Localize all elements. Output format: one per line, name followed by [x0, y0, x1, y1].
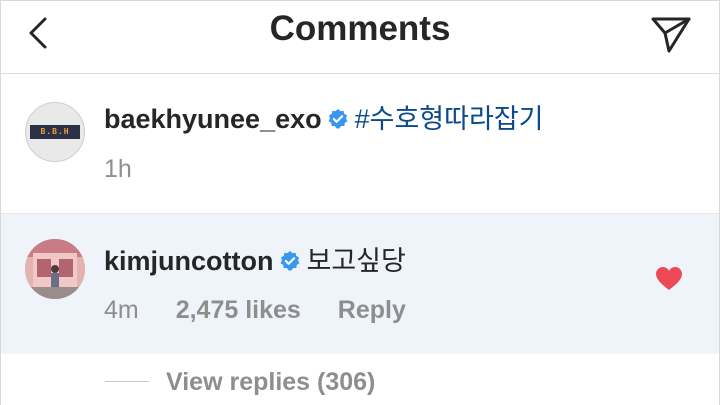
- avatar[interactable]: B.B.H: [25, 102, 85, 162]
- likes-count[interactable]: 2,475 likes: [176, 296, 301, 324]
- view-replies-row: View replies (306): [1, 355, 719, 405]
- caption-username[interactable]: baekhyunee_exo: [104, 104, 322, 134]
- verified-badge-icon: [280, 250, 299, 271]
- caption-line: baekhyunee_exo #수호형따라잡기: [104, 102, 544, 136]
- view-replies-button[interactable]: View replies (306): [166, 367, 375, 397]
- avatar[interactable]: [25, 239, 85, 299]
- divider: [105, 381, 149, 382]
- comment-row: kimjuncotton 보고싶당 4m 2,475 likes Reply: [1, 214, 719, 354]
- comment-text: 보고싶당: [306, 246, 406, 276]
- avatar-photo: [25, 239, 85, 299]
- paper-plane-icon[interactable]: [647, 11, 695, 55]
- heart-icon[interactable]: [655, 266, 683, 292]
- caption-hashtag[interactable]: #수호형따라잡기: [355, 104, 544, 134]
- verified-badge-icon: [328, 108, 348, 129]
- reply-button[interactable]: Reply: [338, 296, 406, 324]
- caption-time: 1h: [104, 155, 132, 183]
- comment-meta: 4m 2,475 likes Reply: [104, 295, 436, 325]
- comment-time: 4m: [104, 296, 139, 324]
- caption-meta: 1h: [104, 154, 162, 184]
- top-bar: Comments: [1, 1, 719, 74]
- comment-username[interactable]: kimjuncotton: [104, 246, 274, 276]
- comment-line: kimjuncotton 보고싶당: [104, 244, 406, 278]
- avatar-logo-text: B.B.H: [30, 125, 80, 139]
- caption-row: B.B.H baekhyunee_exo #수호형따라잡기 1h: [1, 74, 719, 214]
- page-title: Comments: [269, 9, 451, 48]
